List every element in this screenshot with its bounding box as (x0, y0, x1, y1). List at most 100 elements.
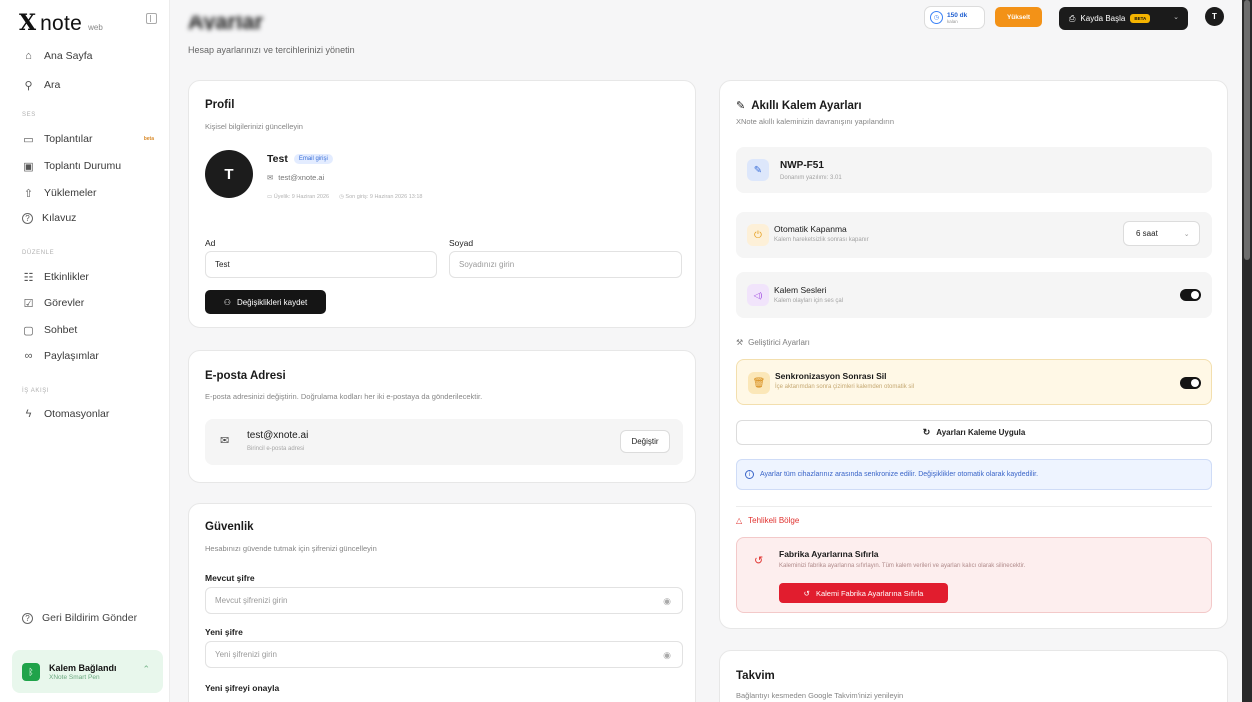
sidebar-item-sohbet[interactable]: ▢ Sohbet (22, 321, 154, 339)
wrench-icon: ⚒ (736, 338, 744, 347)
start-recording-button[interactable]: ⎙ Kayda Başla BETA ⌄ (1059, 7, 1188, 30)
sidebar-item-toplanti-durumu[interactable]: ▣ Toplantı Durumu (22, 157, 154, 175)
email-heading: E-posta Adresi (205, 370, 286, 382)
pen-sounds-row: ◁) Kalem Sesleri Kalem olayları için ses… (736, 272, 1212, 318)
record-icon: ⎙ (1069, 13, 1076, 23)
upgrade-button[interactable]: Yükselt (995, 7, 1042, 27)
home-icon: ⌂ (25, 50, 32, 62)
pen-sounds-toggle[interactable] (1180, 289, 1201, 301)
profile-avatar[interactable]: T (205, 150, 253, 198)
current-password-input[interactable]: Mevcut şifrenizi girin ◉ (205, 587, 683, 614)
chat-icon: ▢ (23, 324, 34, 337)
login-method-badge: Email girişi (293, 154, 333, 164)
email-card: E-posta Adresi E-posta adresinizi değişt… (188, 350, 696, 483)
email-type: Birincil e-posta adresi (247, 446, 305, 452)
section-duzenle: DÜZENLE (22, 250, 55, 256)
sidebar-item-ana-sayfa[interactable]: ⌂ Ana Sayfa (22, 47, 154, 65)
bluetooth-icon: ᛒ (22, 662, 40, 681)
sidebar-item-kilavuz[interactable]: ? Kılavuz (22, 209, 154, 227)
save-changes-button[interactable]: ⚇ Değişiklikleri kaydet (205, 290, 326, 314)
eye-icon[interactable]: ◉ (663, 650, 671, 661)
profile-heading: Profil (205, 99, 235, 111)
calendar-card: Takvim Bağlantıyı kesmeden Google Takvim… (719, 650, 1228, 702)
pen-status-title: Kalem Bağlandı (49, 662, 117, 673)
sidebar-item-etkinlikler[interactable]: ☷ Etkinlikler (22, 268, 154, 286)
sidebar: Xnote web ⌂ Ana Sayfa ⚲ Ara SES ▭ Toplant… (0, 0, 170, 702)
new-password-label: Yeni şifre (205, 627, 243, 637)
last-name-input[interactable]: Soyadınızı girin (449, 251, 682, 278)
sidebar-item-otomasyonlar[interactable]: ϟ Otomasyonlar (22, 405, 154, 423)
auto-off-select[interactable]: 6 saat ⌄ (1123, 221, 1200, 246)
trash-icon: 🗑 (748, 372, 770, 394)
section-is-akisi: İŞ AKIŞI (22, 388, 50, 394)
pen-settings-description: XNote akıllı kaleminizin davranışını yap… (736, 117, 894, 126)
mail-icon: ✉ (267, 173, 274, 182)
first-name-input[interactable]: Test (205, 251, 437, 278)
developer-settings-label: Geliştirici Ayarları (748, 338, 810, 347)
chevron-down-icon[interactable]: ⌄ (1173, 13, 1179, 21)
pen-status-card[interactable]: ᛒ Kalem Bağlandı XNote Smart Pen ⌃ (12, 650, 163, 693)
sidebar-item-yuklemeler[interactable]: ⇧ Yüklemeler (22, 184, 154, 202)
last-login: ◷ Son giriş: 9 Haziran 2026 13:18 (339, 194, 423, 200)
eye-icon[interactable]: ◉ (663, 596, 671, 607)
factory-reset-button[interactable]: ↺ Kalemi Fabrika Ayarlarına Sıfırla (779, 583, 948, 603)
last-name-label: Soyad (449, 238, 474, 248)
beta-badge: BETA (1130, 14, 1151, 23)
reset-icon: ↺ (803, 588, 810, 598)
user-avatar[interactable]: T (1205, 7, 1224, 26)
email-value: test@xnote.ai (247, 430, 309, 441)
refresh-icon: ↻ (922, 427, 931, 437)
lightning-icon: ϟ (25, 408, 32, 420)
auto-off-title: Otomatik Kapanma (774, 224, 847, 234)
security-description: Hesabınızı güvende tutmak için şifrenizi… (205, 544, 377, 553)
apply-settings-button[interactable]: ↻ Ayarları Kaleme Uygula (736, 420, 1212, 445)
firmware-version: Donanım yazılımı: 3.01 (780, 175, 842, 181)
page-title: Ayarlar (188, 16, 264, 30)
sidebar-item-gorevler[interactable]: ☑ Görevler (22, 294, 154, 312)
change-email-button[interactable]: Değiştir (620, 430, 670, 453)
pen-sounds-title: Kalem Sesleri (774, 285, 827, 295)
app-logo[interactable]: Xnote web (19, 10, 103, 36)
section-ses: SES (22, 112, 36, 118)
clipboard-icon: ▣ (23, 160, 34, 173)
new-password-input[interactable]: Yeni şifrenizi girin ◉ (205, 641, 683, 668)
auto-off-description: Kalem hareketsizlik sonrası kapanır (774, 237, 869, 243)
calendar-heading: Takvim (736, 670, 775, 682)
pen-status-subtitle: XNote Smart Pen (49, 673, 100, 681)
collapse-sidebar-icon[interactable] (146, 13, 157, 24)
search-icon: ⚲ (24, 79, 33, 92)
help-icon: ? (22, 612, 33, 624)
feedback-button[interactable]: ? Geri Bildirim Gönder (22, 612, 137, 624)
profile-description: Kişisel bilgilerinizi güncelleyin (205, 122, 303, 131)
sidebar-item-toplantilar[interactable]: ▭ Toplantılar beta (22, 130, 154, 148)
device-name: NWP-F51 (780, 160, 824, 171)
factory-reset-description: Kaleminizi fabrika ayarlarına sıfırlayın… (779, 563, 1026, 569)
upload-icon: ⇧ (23, 187, 34, 200)
sync-delete-description: İçe aktarımdan sonra çizimleri kalemden … (775, 384, 915, 390)
sync-delete-title: Senkronizasyon Sonrası Sil (775, 371, 887, 381)
scrollbar-thumb[interactable] (1244, 0, 1250, 260)
mail-icon: ✉ (220, 435, 230, 447)
warning-icon: △ (736, 516, 743, 525)
profile-card: Profil Kişisel bilgilerinizi güncelleyin… (188, 80, 696, 328)
email-row: ✉ test@xnote.ai Birincil e-posta adresi … (205, 419, 683, 465)
pen-sounds-description: Kalem olayları için ses çal (774, 298, 844, 304)
current-password-label: Mevcut şifre (205, 573, 255, 583)
pen-icon: ✎ (747, 159, 769, 181)
confirm-password-label: Yeni şifreyi onayla (205, 683, 280, 693)
pen-settings-heading: Akıllı Kalem Ayarları (751, 99, 862, 112)
danger-zone-label: Tehlikeli Bölge (748, 516, 800, 525)
sidebar-item-ara[interactable]: ⚲ Ara (22, 76, 154, 94)
list-icon: ☷ (23, 271, 34, 284)
sidebar-item-paylasimlar[interactable]: ∞ Paylaşımlar (22, 347, 154, 365)
chevron-up-icon: ⌃ (142, 664, 150, 674)
checkbox-icon: ☑ (23, 297, 34, 310)
sync-delete-row: 🗑 Senkronizasyon Sonrası Sil İçe aktarım… (736, 359, 1212, 405)
profile-email: test@xnote.ai (278, 173, 325, 182)
device-info-row: ✎ NWP-F51 Donanım yazılımı: 3.01 (736, 147, 1212, 193)
calendar-icon: ▭ (23, 133, 34, 146)
credit-indicator[interactable]: ◷ 150 dk kalan (924, 6, 985, 29)
chevron-down-icon: ⌄ (1183, 230, 1190, 238)
security-heading: Güvenlik (205, 521, 254, 533)
sync-delete-toggle[interactable] (1180, 377, 1201, 389)
